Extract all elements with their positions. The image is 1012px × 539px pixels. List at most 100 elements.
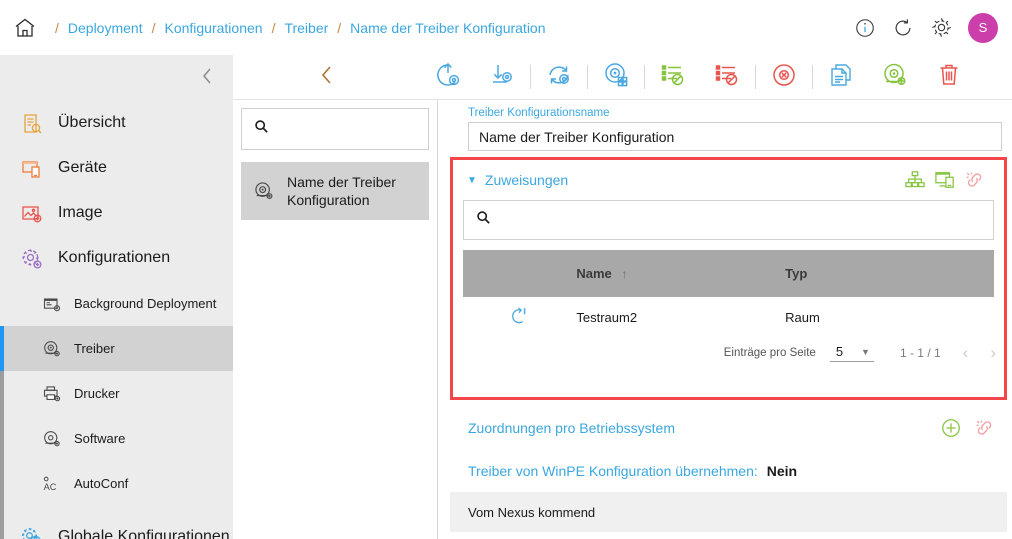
background-deployment-icon [40, 294, 64, 314]
overview-icon [18, 112, 46, 136]
search-icon [254, 119, 269, 139]
breadcrumb: / Deployment / Konfigurationen / Treiber… [46, 20, 546, 36]
list-item[interactable]: Name der Treiber Konfiguration [241, 162, 429, 220]
toolbar-list-enable-button[interactable] [646, 55, 700, 100]
search-icon [476, 210, 491, 230]
restore-arrow-icon [509, 307, 531, 330]
driver-icon [251, 180, 277, 202]
caret-down-icon[interactable]: ▼ [467, 175, 477, 186]
column-header-name-label: Name [576, 266, 612, 281]
config-list-search[interactable] [241, 108, 429, 150]
os-assignments-actions [938, 415, 998, 441]
sidebar-item-label: Image [58, 204, 103, 222]
breadcrumb-item-treiber[interactable]: Treiber [284, 20, 328, 36]
sidebar-collapse-button[interactable] [0, 55, 233, 101]
row-restore-action[interactable] [463, 297, 576, 337]
toolbar-divider [755, 65, 756, 89]
unlink-icon[interactable] [960, 167, 990, 193]
toolbar-driver-restore-button[interactable] [421, 55, 475, 100]
winpe-value[interactable]: Nein [767, 463, 797, 479]
breadcrumb-item-current[interactable]: Name der Treiber Konfiguration [350, 20, 545, 36]
home-icon[interactable] [10, 13, 40, 43]
toolbar-driver-import-button[interactable] [475, 55, 529, 100]
sidebar-item-software[interactable]: Software [0, 416, 233, 461]
sidebar-item-label: Geräte [58, 159, 107, 177]
driver-icon [40, 339, 64, 359]
unlink-icon[interactable] [972, 415, 998, 441]
toolbar-divider [587, 65, 588, 89]
driver-config-name-field[interactable] [468, 122, 1002, 151]
assignments-pagination: Einträge pro Seite 5 ▼ 1 - 1 / 1 ‹ › [453, 337, 1004, 363]
row-name: Testraum2 [576, 309, 638, 325]
breadcrumb-item-deployment[interactable]: Deployment [68, 20, 143, 36]
toolbar [233, 55, 1012, 100]
sidebar-item-uebersicht[interactable]: Übersicht [0, 101, 233, 146]
chevron-down-icon: ▼ [861, 346, 870, 357]
winpe-label[interactable]: Treiber von WinPE Konfiguration übernehm… [468, 463, 758, 479]
toolbar-divider [530, 65, 531, 89]
assignments-section: ▼ Zuweisungen Name ↑ Typ Testraum2 Raum … [450, 157, 1007, 400]
org-chart-icon[interactable] [900, 167, 930, 193]
row-typ: Raum [785, 309, 820, 325]
page-range: 1 - 1 / 1 [899, 346, 941, 360]
back-button[interactable] [299, 63, 355, 92]
sidebar-item-globale-konfigurationen[interactable]: Globale Konfigurationen [0, 515, 233, 539]
devices-icon [18, 157, 46, 181]
per-page-value: 5 [835, 344, 844, 359]
driver-config-name-input[interactable] [479, 128, 991, 145]
sidebar-item-image[interactable]: Image [0, 191, 233, 236]
assignments-search-input[interactable] [499, 212, 981, 228]
toolbar-copy-button[interactable] [814, 55, 868, 100]
toolbar-divider [644, 65, 645, 89]
sidebar-item-label: Treiber [74, 341, 115, 356]
sidebar-item-label: Globale Konfigurationen [58, 528, 230, 539]
sidebar-item-autoconf[interactable]: AC AutoConf [0, 461, 233, 506]
toolbar-driver-sync-button[interactable] [532, 55, 586, 100]
toolbar-list-disable-button[interactable] [700, 55, 754, 100]
column-header-typ[interactable]: Typ [785, 250, 994, 297]
sidebar-item-geraete[interactable]: Geräte [0, 146, 233, 191]
avatar[interactable]: S [968, 12, 998, 43]
toolbar-driver-deactivate-button[interactable] [757, 55, 811, 100]
topbar-actions: S [852, 12, 998, 43]
assignments-title[interactable]: Zuweisungen [485, 172, 568, 188]
breadcrumb-separator: / [55, 19, 59, 36]
table-row[interactable]: Testraum2 Raum [463, 297, 994, 337]
driver-settings-icon [881, 61, 909, 94]
breadcrumb-item-konfigurationen[interactable]: Konfigurationen [164, 20, 262, 36]
driver-package-icon [602, 61, 630, 94]
sidebar: Übersicht Geräte Image Konfigurationen B… [0, 55, 233, 539]
driver-restore-icon [434, 61, 462, 94]
search-input[interactable] [277, 121, 416, 137]
per-page-select[interactable]: 5 ▼ [829, 344, 874, 362]
toolbar-driver-package-button[interactable] [589, 55, 643, 100]
column-header-name[interactable]: Name ↑ [576, 250, 786, 297]
previous-page-button[interactable]: ‹ [963, 343, 969, 363]
assignments-search[interactable] [463, 200, 994, 240]
sidebar-item-treiber[interactable]: Treiber [0, 326, 233, 371]
autoconf-icon: AC [40, 474, 64, 494]
image-icon [18, 202, 46, 226]
svg-text:AC: AC [44, 481, 57, 491]
per-page-label: Einträge pro Seite [723, 347, 816, 359]
os-assignments-link[interactable]: Zuordnungen pro Betriebssystem [468, 420, 675, 436]
assignments-header: ▼ Zuweisungen [453, 160, 1004, 200]
sidebar-item-konfigurationen[interactable]: Konfigurationen [0, 236, 233, 281]
nexus-band: Vom Nexus kommend [450, 492, 1007, 532]
winpe-setting: Treiber von WinPE Konfiguration übernehm… [468, 463, 797, 479]
toolbar-delete-button[interactable] [922, 55, 976, 100]
devices-assign-icon[interactable] [930, 167, 960, 193]
info-circle-icon[interactable] [852, 15, 878, 41]
refresh-icon[interactable] [890, 15, 916, 41]
next-page-button[interactable]: › [990, 343, 996, 363]
list-item-label: Name der Treiber Konfiguration [287, 173, 396, 208]
configurations-icon [18, 247, 46, 271]
toolbar-driver-settings-button[interactable] [868, 55, 922, 100]
sidebar-item-drucker[interactable]: Drucker [0, 371, 233, 416]
config-list-panel: Name der Treiber Konfiguration [233, 100, 438, 539]
add-circle-icon[interactable] [938, 415, 964, 441]
assignments-table-body: Testraum2 Raum [463, 297, 994, 337]
sidebar-item-background-deployment[interactable]: Background Deployment [0, 281, 233, 326]
gear-icon[interactable] [928, 15, 954, 41]
list-enable-icon [659, 61, 687, 94]
